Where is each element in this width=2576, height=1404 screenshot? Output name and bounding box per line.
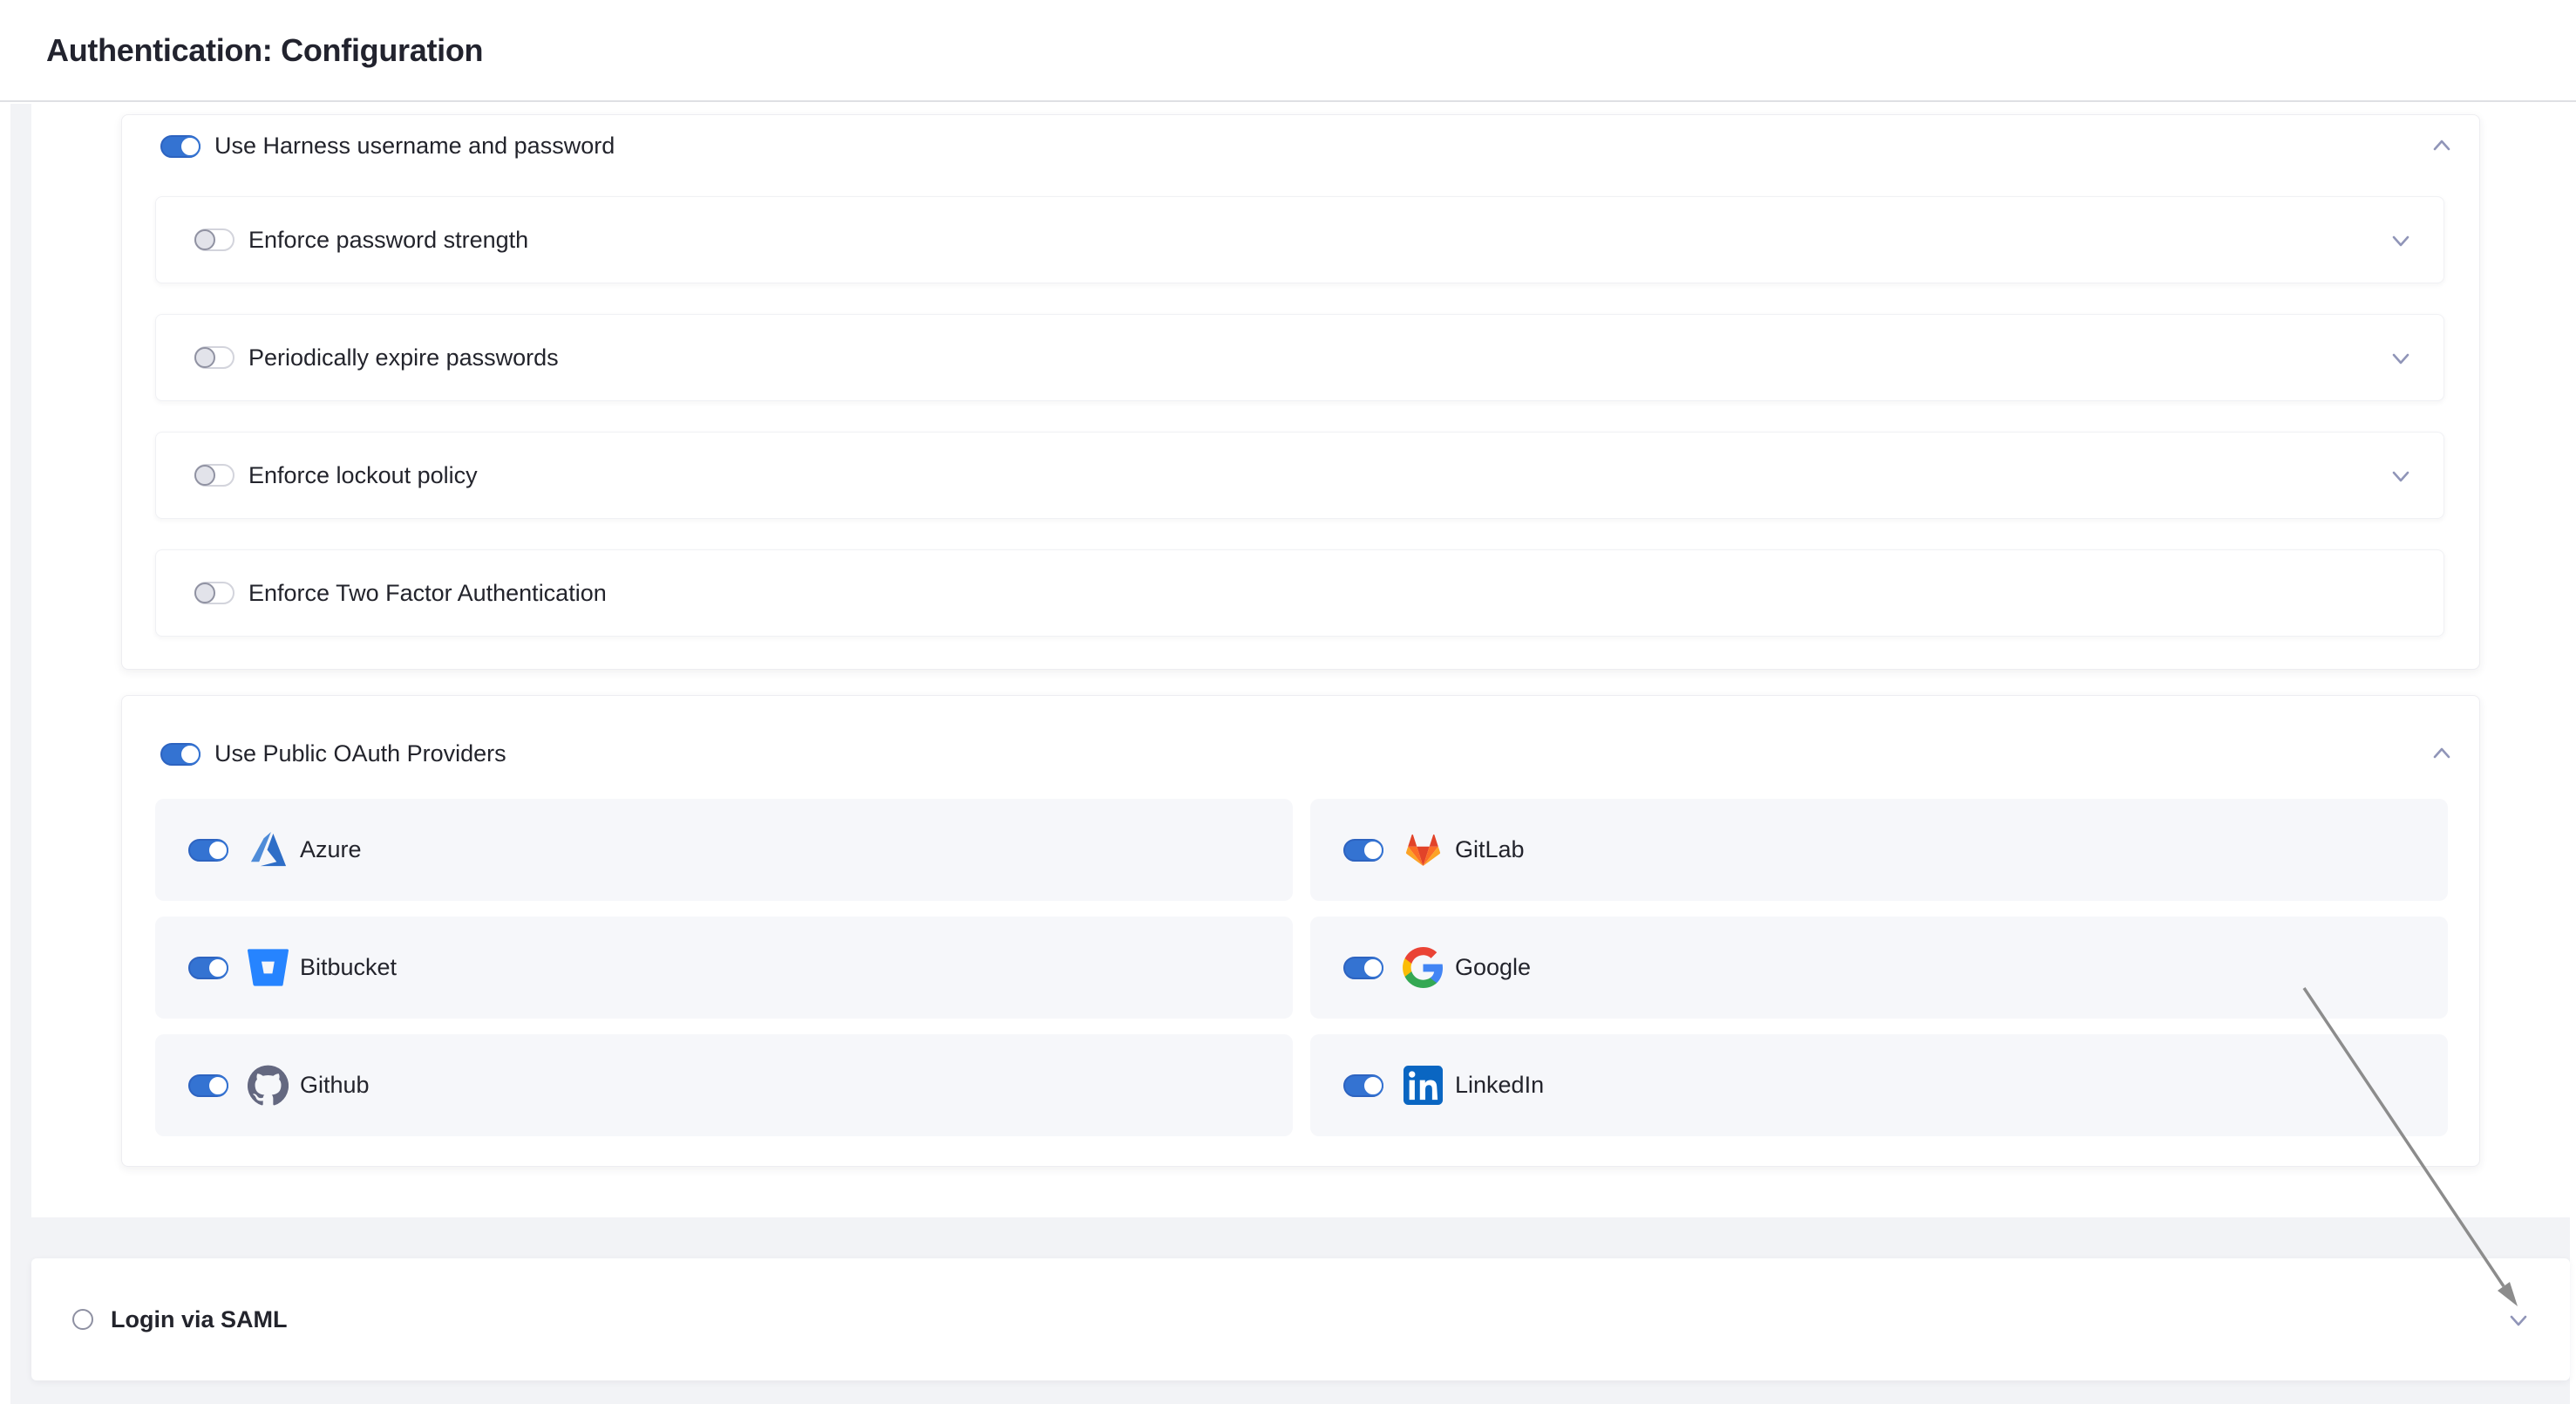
username-password-label: Use Harness username and password bbox=[214, 133, 615, 160]
toggle-knob bbox=[194, 347, 215, 368]
oauth-header: Use Public OAuth Providers bbox=[122, 696, 2479, 767]
page-title: Authentication: Configuration bbox=[46, 32, 483, 69]
username-password-header: Use Harness username and password bbox=[122, 115, 2479, 160]
oauth-providers-label: Use Public OAuth Providers bbox=[214, 740, 506, 767]
lockout-policy-label: Enforce lockout policy bbox=[248, 462, 478, 489]
password-strength-toggle[interactable] bbox=[194, 228, 234, 251]
provider-label: Azure bbox=[300, 836, 362, 863]
chevron-up-icon[interactable] bbox=[2429, 741, 2455, 767]
password-strength-label: Enforce password strength bbox=[248, 227, 528, 254]
provider-tile-google: Google bbox=[1310, 917, 2448, 1019]
toggle-knob bbox=[1363, 840, 1383, 861]
toggle-knob bbox=[180, 136, 201, 157]
saml-radio[interactable] bbox=[72, 1309, 93, 1330]
toggle-knob bbox=[207, 1075, 228, 1096]
toggle-knob bbox=[207, 958, 228, 978]
gitlab-icon bbox=[1403, 829, 1444, 870]
row-expire-passwords[interactable]: Periodically expire passwords bbox=[155, 314, 2444, 401]
auth-mechanisms-container: Use Harness username and password Enforc… bbox=[31, 104, 2570, 1217]
toggle-knob bbox=[1363, 958, 1383, 978]
lockout-policy-toggle[interactable] bbox=[194, 464, 234, 487]
card-saml[interactable]: Login via SAML bbox=[31, 1258, 2570, 1380]
provider-tile-azure: Azure bbox=[155, 799, 1293, 901]
toggle-knob bbox=[194, 465, 215, 486]
github-toggle[interactable] bbox=[188, 1074, 228, 1097]
provider-tile-github: Github bbox=[155, 1034, 1293, 1136]
chevron-down-icon[interactable] bbox=[2388, 227, 2414, 253]
toggle-knob bbox=[180, 744, 201, 765]
two-factor-toggle[interactable] bbox=[194, 582, 234, 604]
google-icon bbox=[1403, 947, 1444, 988]
chevron-down-icon[interactable] bbox=[2505, 1306, 2532, 1332]
provider-tile-gitlab: GitLab bbox=[1310, 799, 2448, 901]
provider-label: Bitbucket bbox=[300, 954, 397, 981]
expire-passwords-toggle[interactable] bbox=[194, 346, 234, 369]
saml-label: Login via SAML bbox=[111, 1306, 288, 1333]
provider-label: Google bbox=[1455, 954, 1531, 981]
azure-toggle[interactable] bbox=[188, 839, 228, 862]
azure-icon bbox=[248, 829, 289, 870]
github-icon bbox=[248, 1065, 289, 1106]
gitlab-toggle[interactable] bbox=[1343, 839, 1383, 862]
chevron-up-icon[interactable] bbox=[2429, 133, 2455, 160]
provider-tile-bitbucket: Bitbucket bbox=[155, 917, 1293, 1019]
row-lockout-policy[interactable]: Enforce lockout policy bbox=[155, 432, 2444, 519]
username-password-toggle[interactable] bbox=[160, 135, 201, 158]
provider-tile-linkedin: LinkedIn bbox=[1310, 1034, 2448, 1136]
google-toggle[interactable] bbox=[1343, 957, 1383, 979]
provider-label: Github bbox=[300, 1072, 370, 1099]
chevron-down-icon[interactable] bbox=[2388, 344, 2414, 371]
toggle-knob bbox=[194, 583, 215, 603]
oauth-providers-toggle[interactable] bbox=[160, 743, 201, 766]
toggle-knob bbox=[1363, 1075, 1383, 1096]
row-two-factor-auth[interactable]: Enforce Two Factor Authentication bbox=[155, 549, 2444, 637]
bitbucket-icon bbox=[248, 947, 289, 988]
two-factor-label: Enforce Two Factor Authentication bbox=[248, 580, 607, 607]
card-oauth-providers: Use Public OAuth Providers bbox=[121, 695, 2480, 1167]
chevron-down-icon[interactable] bbox=[2388, 462, 2414, 488]
page-header: Authentication: Configuration bbox=[0, 0, 2576, 102]
provider-label: LinkedIn bbox=[1455, 1072, 1544, 1099]
expire-passwords-label: Periodically expire passwords bbox=[248, 344, 559, 371]
oauth-provider-grid: Azure bbox=[155, 799, 2479, 1136]
linkedin-toggle[interactable] bbox=[1343, 1074, 1383, 1097]
provider-label: GitLab bbox=[1455, 836, 1525, 863]
linkedin-icon bbox=[1403, 1065, 1444, 1106]
card-username-password: Use Harness username and password Enforc… bbox=[121, 114, 2480, 670]
bitbucket-toggle[interactable] bbox=[188, 957, 228, 979]
toggle-knob bbox=[207, 840, 228, 861]
authentication-configuration-page: Authentication: Configuration Use Harnes… bbox=[0, 0, 2576, 1404]
toggle-knob bbox=[194, 229, 215, 250]
content-panel: Use Harness username and password Enforc… bbox=[10, 104, 2570, 1404]
row-enforce-password-strength[interactable]: Enforce password strength bbox=[155, 196, 2444, 283]
